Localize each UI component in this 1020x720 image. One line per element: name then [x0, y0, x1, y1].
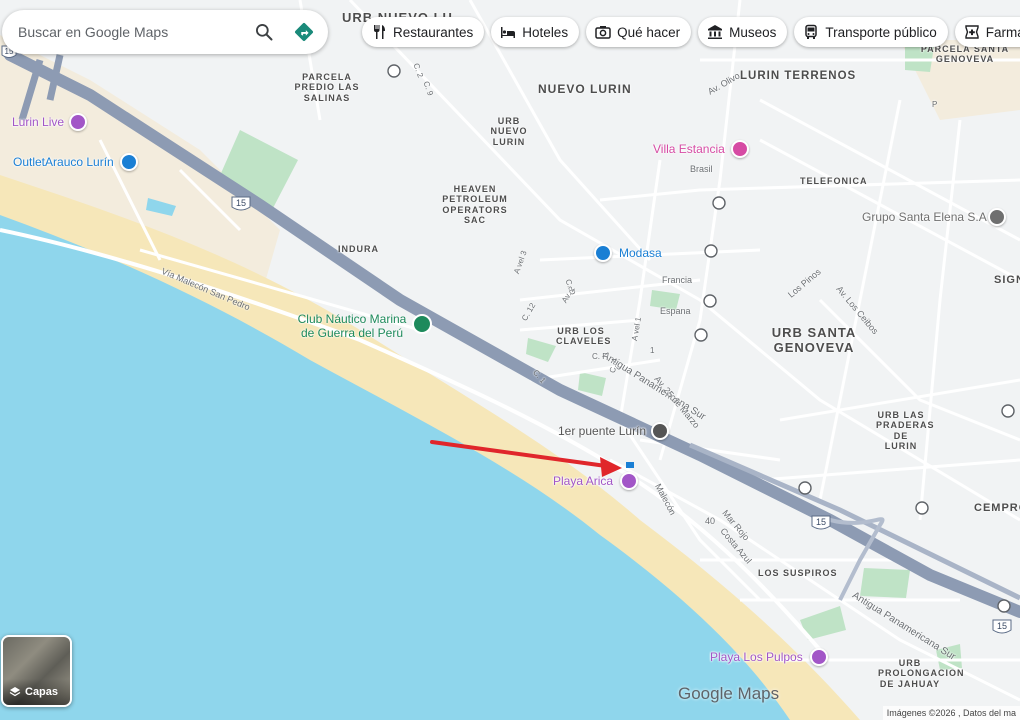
directions-button[interactable] — [284, 12, 324, 52]
chip-hoteles[interactable]: Hoteles — [491, 17, 580, 47]
area-label: URB NUEVO LURIN — [490, 116, 528, 147]
highway-shield-15: 15 — [231, 196, 251, 211]
search-input[interactable] — [16, 23, 244, 41]
street-label: P — [932, 100, 938, 109]
street-label: C. F — [592, 352, 608, 361]
fork-knife-icon — [371, 24, 387, 40]
chip-label: Farmacias — [985, 24, 1020, 40]
area-label: PARCELA SANTA GENOVEVA — [920, 44, 1010, 65]
landmark-icon[interactable] — [651, 422, 669, 440]
area-label: URB LAS PRADERAS DE LURIN — [876, 410, 935, 452]
chip-farmacias[interactable]: Farmacias — [954, 17, 1020, 47]
chip-museos[interactable]: Museos — [698, 17, 788, 47]
area-label: URB LOS CLAVELES — [556, 326, 612, 347]
map-canvas[interactable]: 15 15 15 15 — [0, 0, 1020, 720]
museum-icon — [707, 24, 723, 40]
area-label: PARCELA PREDIO LAS SALINAS — [294, 72, 360, 103]
google-maps-logo: Google Maps — [678, 684, 780, 703]
bus-icon — [803, 24, 819, 40]
place-label[interactable]: Playa Arica — [553, 474, 613, 488]
area-label: CEMPRO — [974, 502, 1020, 514]
svg-text:15: 15 — [816, 517, 826, 527]
street-label: Francia — [662, 275, 693, 285]
search-button[interactable] — [244, 12, 284, 52]
area-label: LURIN TERRENOS — [740, 70, 857, 82]
beach-icon[interactable] — [620, 472, 638, 490]
chip-label: Transporte público — [825, 24, 937, 40]
shopping-bag-icon[interactable] — [120, 153, 138, 171]
place-label[interactable]: Lurin Live — [12, 115, 64, 129]
place-icon[interactable] — [988, 208, 1006, 226]
area-label: NUEVO LURIN — [538, 82, 632, 96]
area-label: LOS SUSPIROS — [758, 568, 838, 578]
street-label: Espana — [660, 306, 691, 316]
layers-button[interactable]: Capas — [1, 635, 72, 707]
place-label[interactable]: Villa Estancia — [653, 142, 725, 156]
shopping-bag-icon[interactable] — [594, 244, 612, 262]
highway-shield-15: 15 — [992, 619, 1012, 634]
highway-shield-15: 15 — [811, 515, 831, 530]
place-label[interactable]: 1er puente Lurín — [558, 424, 646, 438]
place-label[interactable]: Grupo Santa Elena S.A — [862, 210, 987, 224]
theater-icon[interactable] — [69, 113, 87, 131]
place-label[interactable]: Modasa — [619, 246, 662, 260]
transit-station-icon[interactable] — [412, 314, 432, 334]
beach-icon[interactable] — [810, 648, 828, 666]
search-box[interactable] — [2, 10, 328, 54]
place-label[interactable]: Playa Los Pulpos — [710, 650, 803, 664]
bed-icon — [500, 24, 516, 40]
pharmacy-icon — [964, 24, 980, 40]
chip-que-hacer[interactable]: Qué hacer — [586, 17, 692, 47]
chip-label: Restaurantes — [393, 24, 474, 40]
area-label: HEAVEN PETROLEUM OPERATORS SAC — [442, 184, 508, 226]
chip-label: Qué hacer — [617, 24, 681, 40]
layers-label-row: Capas — [3, 679, 70, 705]
place-label[interactable]: Club Náutico Marina de Guerra del Perú — [294, 312, 410, 340]
chip-restaurantes[interactable]: Restaurantes — [362, 17, 485, 47]
street-label: 1 — [650, 346, 655, 355]
chip-transporte-publico[interactable]: Transporte público — [794, 17, 948, 47]
location-marker — [626, 462, 634, 468]
place-label[interactable]: OutletArauco Lurín — [13, 155, 114, 169]
directions-icon — [295, 23, 313, 41]
camera-icon — [595, 24, 611, 40]
street-label: 40 — [705, 516, 716, 526]
layers-icon — [9, 687, 21, 697]
park — [860, 568, 910, 598]
attribution: Imágenes ©2026 , Datos del ma — [882, 706, 1020, 720]
street-label: Brasil — [690, 164, 713, 174]
svg-text:15: 15 — [997, 621, 1007, 631]
chip-label: Museos — [729, 24, 777, 40]
area-label: TELEFONICA — [800, 176, 868, 186]
search-icon — [255, 24, 273, 41]
hotel-icon[interactable] — [731, 140, 749, 158]
area-label: INDURA — [338, 244, 379, 254]
chip-label: Hoteles — [522, 24, 569, 40]
area-label: URB PROLONGACION DE JAHUAY — [878, 658, 965, 689]
area-label: URB SANTA GENOVEVA — [771, 325, 857, 355]
layers-label: Capas — [25, 686, 59, 698]
category-chips: Restaurantes Hoteles Qué hacer Museos Tr… — [362, 17, 1020, 47]
area-label: SIGN — [994, 274, 1020, 286]
svg-text:15: 15 — [236, 198, 246, 208]
